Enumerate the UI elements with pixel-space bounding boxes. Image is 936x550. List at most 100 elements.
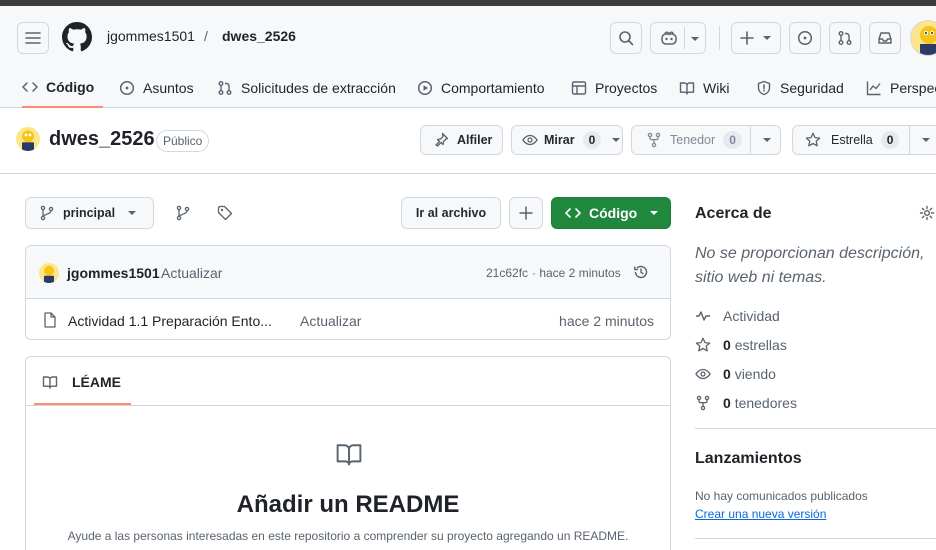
star-label: Estrella bbox=[831, 133, 873, 147]
file-name[interactable]: Actividad 1.1 Preparación Ento... bbox=[68, 313, 272, 329]
code-button-label: Código bbox=[589, 205, 638, 221]
chevron-down-icon bbox=[650, 211, 659, 215]
tab-code[interactable]: Código bbox=[22, 68, 103, 108]
go-to-file-button[interactable]: Ir al archivo bbox=[401, 197, 501, 229]
readme-tab-label: LÉAME bbox=[72, 374, 121, 390]
tag-icon[interactable] bbox=[217, 205, 233, 221]
pull-request-icon bbox=[218, 81, 232, 95]
tab-issues[interactable]: Asuntos bbox=[119, 68, 194, 108]
issue-icon bbox=[119, 80, 135, 96]
star-button[interactable]: Estrella 0 bbox=[792, 125, 936, 155]
about-title: Acerca de bbox=[695, 205, 772, 222]
tab-actions-label: Comportamiento bbox=[441, 80, 545, 96]
tab-insights[interactable]: Perspec bbox=[866, 68, 936, 108]
inbox-button[interactable] bbox=[869, 22, 901, 54]
star-icon bbox=[805, 132, 821, 147]
create-new-button[interactable] bbox=[731, 22, 781, 54]
sidebar-divider bbox=[695, 538, 936, 539]
branch-label: principal bbox=[63, 206, 116, 220]
commit-sha[interactable]: 21c62fc bbox=[486, 266, 528, 280]
readme-divider bbox=[26, 405, 670, 406]
add-file-button[interactable] bbox=[509, 197, 543, 229]
latest-commit-bar: jgommes1501 Actualizar 21c62fc · hace 2 … bbox=[26, 246, 670, 299]
branch-icon bbox=[40, 205, 54, 221]
pull-request-icon bbox=[838, 31, 852, 45]
book-icon bbox=[336, 444, 362, 466]
gear-icon[interactable] bbox=[919, 205, 935, 221]
tab-pull-requests[interactable]: Solicitudes de extracción bbox=[217, 68, 396, 108]
watch-label: Mirar bbox=[544, 133, 575, 147]
table-row[interactable]: Actividad 1.1 Preparación Ento... Actual… bbox=[26, 300, 670, 339]
avatar[interactable] bbox=[910, 20, 936, 56]
copilot-button[interactable] bbox=[650, 22, 706, 54]
breadcrumb-owner[interactable]: jgommes1501 bbox=[107, 28, 195, 44]
pulse-icon bbox=[696, 311, 710, 321]
chevron-down-icon bbox=[763, 138, 771, 142]
tab-code-label: Código bbox=[46, 79, 95, 95]
commit-message[interactable]: Actualizar bbox=[161, 265, 222, 281]
forks-count: 0 bbox=[723, 395, 731, 411]
readme-panel: LÉAME Añadir un README Ayude a las perso… bbox=[25, 356, 671, 550]
create-release-link[interactable]: Crear una nueva versión bbox=[695, 507, 826, 521]
book-icon bbox=[42, 376, 58, 389]
play-icon bbox=[417, 80, 433, 96]
graph-icon bbox=[866, 81, 881, 96]
visibility-badge: Público bbox=[156, 130, 210, 152]
shield-icon bbox=[757, 80, 771, 96]
releases-title[interactable]: Lanzamientos bbox=[695, 450, 802, 468]
pin-icon bbox=[435, 132, 449, 147]
global-header: jgommes1501 / dwes_2526 Código Asuntos S… bbox=[0, 6, 936, 108]
branch-selector[interactable]: principal bbox=[25, 197, 154, 229]
history-icon[interactable] bbox=[633, 264, 649, 280]
stars-count: 0 bbox=[723, 337, 731, 353]
fork-count: 0 bbox=[723, 131, 742, 149]
chevron-down-icon bbox=[128, 211, 137, 215]
plus-icon bbox=[740, 31, 754, 45]
fork-label: Tenedor bbox=[670, 133, 716, 147]
inbox-icon bbox=[878, 32, 892, 44]
tab-actions[interactable]: Comportamiento bbox=[417, 68, 545, 108]
tab-projects-label: Proyectos bbox=[595, 80, 658, 96]
header-divider bbox=[719, 26, 720, 50]
commit-author[interactable]: jgommes1501 bbox=[67, 265, 160, 281]
menu-button[interactable] bbox=[17, 22, 49, 54]
stars-link[interactable]: 0 estrellas bbox=[695, 337, 787, 353]
sidebar-divider bbox=[695, 428, 936, 429]
watchers-link[interactable]: 0 viendo bbox=[695, 366, 776, 382]
go-to-file-label: Ir al archivo bbox=[415, 206, 487, 220]
breadcrumb-separator: / bbox=[204, 28, 208, 44]
watching-label: viendo bbox=[734, 366, 776, 382]
about-description: No se proporcionan descripción, sitio we… bbox=[695, 245, 925, 286]
star-icon bbox=[695, 337, 711, 352]
pin-button[interactable]: Alfiler bbox=[420, 125, 503, 155]
tab-wiki-label: Wiki bbox=[703, 80, 730, 96]
readme-tab[interactable]: LÉAME bbox=[34, 357, 131, 405]
github-logo-icon[interactable] bbox=[62, 22, 92, 52]
copilot-icon bbox=[661, 31, 677, 45]
branches-icon[interactable] bbox=[175, 205, 191, 221]
watch-button[interactable]: Mirar 0 bbox=[511, 125, 623, 155]
tab-issues-label: Asuntos bbox=[143, 80, 194, 96]
repo-name[interactable]: dwes_2526 bbox=[49, 128, 155, 151]
issues-button[interactable] bbox=[789, 22, 821, 54]
commit-author-avatar[interactable] bbox=[39, 263, 59, 283]
issue-icon bbox=[797, 30, 813, 46]
activity-link[interactable]: Actividad bbox=[695, 308, 780, 324]
eye-icon bbox=[522, 134, 538, 146]
hamburger-icon bbox=[25, 32, 41, 44]
stars-label: estrellas bbox=[734, 337, 787, 353]
eye-icon bbox=[695, 368, 711, 380]
chevron-down-icon bbox=[763, 36, 771, 40]
forks-link[interactable]: 0 tenedores bbox=[695, 395, 797, 411]
tab-wiki[interactable]: Wiki bbox=[679, 68, 729, 108]
fork-button[interactable]: Tenedor 0 bbox=[631, 125, 781, 155]
code-dropdown-button[interactable]: Código bbox=[551, 197, 671, 229]
file-commit-message[interactable]: Actualizar bbox=[300, 313, 361, 329]
tab-projects[interactable]: Proyectos bbox=[571, 68, 657, 108]
pull-requests-button[interactable] bbox=[829, 22, 861, 54]
tab-security[interactable]: Seguridad bbox=[756, 68, 844, 108]
search-button[interactable] bbox=[610, 22, 642, 54]
breadcrumb-repo[interactable]: dwes_2526 bbox=[222, 28, 296, 44]
code-icon bbox=[22, 82, 38, 92]
file-icon bbox=[44, 312, 56, 328]
